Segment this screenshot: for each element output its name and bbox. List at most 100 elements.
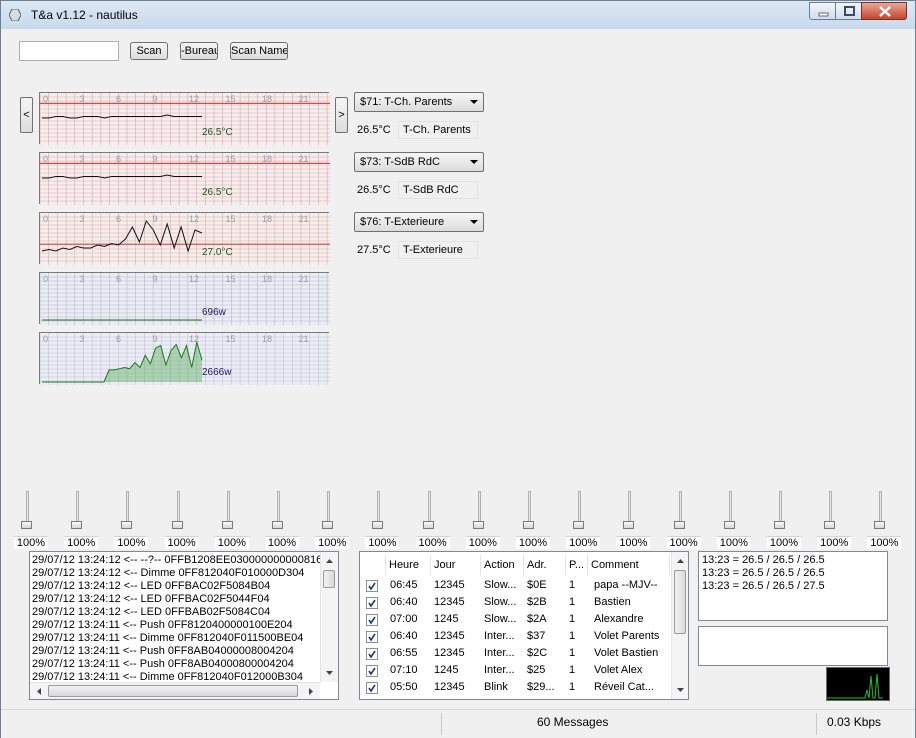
slider-thumb[interactable] [171, 521, 183, 529]
row-enabled-checkbox[interactable] [366, 682, 378, 694]
table-row[interactable]: 07:10 1245 Inter... $25 1 Volet Alex [360, 662, 670, 679]
table-row[interactable]: 06:55 12345 Inter... $2C 1 Volet Bastien [360, 645, 670, 662]
channel-slider[interactable] [155, 489, 205, 537]
slider-thumb[interactable] [523, 521, 534, 529]
table-row[interactable]: 06:40 12345 Inter... $37 1 Volet Parents [360, 628, 670, 645]
log-entry[interactable]: 29/07/12 13:24:12 <-- LED 0FFBAC02F5044F… [32, 593, 270, 606]
chevron-down-icon [470, 220, 478, 224]
schedule-scroll-thumb[interactable] [674, 570, 686, 634]
column-header-comment[interactable]: Comment [588, 555, 670, 575]
channel-slider[interactable] [556, 489, 606, 537]
log-horizontal-scrollbar[interactable] [30, 682, 320, 699]
channel-slider[interactable] [707, 489, 757, 537]
message-log[interactable]: 29/07/12 13:24:12 <-- --?-- 0FFB1208EE03… [29, 551, 339, 700]
slider-thumb[interactable] [71, 521, 83, 529]
scan-button[interactable]: Scan [130, 42, 168, 60]
cell-adr: $2B [527, 596, 547, 608]
column-header-p[interactable]: P... [566, 555, 588, 575]
bureau-button[interactable]: -Bureau [180, 42, 218, 60]
slider-thumb[interactable] [21, 521, 32, 529]
chart-tick-label: 0 [43, 274, 48, 284]
table-row[interactable]: 07:00 1245 Slow... $2A 1 Alexandre [360, 611, 670, 628]
channel-slider[interactable] [54, 489, 104, 537]
log-entry[interactable]: 29/07/12 13:24:11 <-- Dimme 0FF812040F01… [32, 632, 303, 645]
table-row[interactable]: 05:50 12345 Blink $29... 1 Réveil Cat... [360, 679, 670, 696]
column-header-action[interactable]: Action [481, 555, 524, 575]
sensor-select-1[interactable]: $71: T-Ch. Parents [354, 92, 484, 112]
slider-thumb[interactable] [322, 521, 334, 529]
log-entry[interactable]: 29/07/12 13:24:11 <-- Push 0FF8AB0400000… [32, 645, 294, 658]
table-row[interactable]: 06:45 12345 Slow... $0E 1 papa --MJV-- [360, 577, 670, 594]
chart-tick-label: 18 [262, 94, 272, 104]
minimize-button[interactable] [809, 2, 836, 20]
cell-heure: 06:40 [390, 630, 418, 642]
slider-thumb[interactable] [573, 521, 585, 529]
channel-slider[interactable] [205, 489, 255, 537]
channel-slider[interactable] [355, 489, 405, 537]
channel-slider[interactable] [406, 489, 456, 537]
channel-slider[interactable] [255, 489, 305, 537]
row-enabled-checkbox[interactable] [366, 614, 378, 626]
title-bar[interactable]: T&a v1.12 - nautilus [1, 1, 915, 29]
search-input[interactable] [19, 41, 119, 61]
log-entry[interactable]: 29/07/12 13:24:11 <-- Push 0FF8AB0400080… [32, 658, 294, 671]
channel-slider[interactable] [4, 489, 54, 537]
channel-slider[interactable] [606, 489, 656, 537]
chart-tick-label: 18 [262, 214, 272, 224]
column-header-adr[interactable]: Adr. [524, 555, 566, 575]
schedule-table[interactable]: Heure Jour Action Adr. P... Comment 06:4… [359, 551, 689, 700]
column-header-jour[interactable]: Jour [431, 555, 481, 575]
table-row[interactable]: 06:40 12345 Slow... $2B 1 Bastien [360, 594, 670, 611]
log-scroll-thumb[interactable] [323, 570, 335, 588]
maximize-button[interactable] [835, 2, 862, 20]
channel-slider[interactable] [305, 489, 355, 537]
slider-thumb[interactable] [723, 521, 735, 529]
sensor-select-3[interactable]: $76: T-Exterieure [354, 212, 484, 232]
cell-comment: papa --MJV-- [594, 579, 658, 591]
slider-thumb[interactable] [372, 521, 384, 529]
slider-thumb[interactable] [422, 521, 434, 529]
row-enabled-checkbox[interactable] [366, 648, 378, 660]
column-header-heure[interactable]: Heure [386, 555, 431, 575]
channel-slider[interactable] [456, 489, 506, 537]
close-button[interactable] [861, 2, 907, 20]
channel-slider[interactable] [104, 489, 154, 537]
log-entry[interactable]: 29/07/12 13:24:11 <-- Push 0FF8120400000… [32, 619, 293, 632]
log-entry[interactable]: 29/07/12 13:24:12 <-- LED 0FFBAC02F5084B… [32, 580, 270, 593]
scan-name-button[interactable]: Scan Name [230, 42, 288, 60]
log-entry[interactable]: 29/07/12 13:24:12 <-- Dimme 0FF812040F01… [32, 567, 304, 580]
slider-thumb[interactable] [874, 521, 886, 529]
row-enabled-checkbox[interactable] [366, 580, 378, 592]
temperature-log[interactable]: 13:23 = 26.5 / 26.5 / 26.5 13:23 = 26.5 … [698, 551, 888, 621]
chart-tick-label: 12 [189, 274, 199, 284]
schedule-vertical-scrollbar[interactable] [671, 552, 688, 699]
sensor-select-2[interactable]: $73: T-SdB RdC [354, 152, 484, 172]
log-vertical-scrollbar[interactable] [320, 552, 338, 682]
channel-slider[interactable] [506, 489, 556, 537]
row-enabled-checkbox[interactable] [366, 597, 378, 609]
channel-slider[interactable] [657, 489, 707, 537]
slider-thumb[interactable] [221, 521, 233, 529]
slider-thumb[interactable] [623, 521, 635, 529]
channel-slider[interactable] [857, 489, 907, 537]
channel-slider[interactable] [807, 489, 857, 537]
slider-thumb[interactable] [774, 521, 785, 529]
row-enabled-checkbox[interactable] [366, 665, 378, 677]
cell-action: Slow... [484, 596, 517, 608]
slider-thumb[interactable] [472, 521, 484, 529]
slider-thumb[interactable] [272, 521, 283, 529]
command-input[interactable] [698, 626, 888, 666]
row-enabled-checkbox[interactable] [366, 631, 378, 643]
chart-tick-label: 6 [116, 94, 121, 104]
slider-thumb[interactable] [121, 521, 133, 529]
log-entry[interactable]: 29/07/12 13:24:12 <-- LED 0FFBAB02F5084C… [32, 606, 270, 619]
channel-slider[interactable] [757, 489, 807, 537]
channel-level: 100% [817, 536, 852, 549]
next-button[interactable]: > [335, 97, 348, 133]
log-hscroll-thumb[interactable] [48, 685, 298, 697]
slider-thumb[interactable] [824, 521, 836, 529]
log-entry[interactable]: 29/07/12 13:24:12 <-- --?-- 0FFB1208EE03… [32, 554, 328, 567]
slider-thumb[interactable] [673, 521, 685, 529]
cell-jour: 12345 [434, 630, 465, 642]
prev-button[interactable]: < [20, 97, 33, 133]
